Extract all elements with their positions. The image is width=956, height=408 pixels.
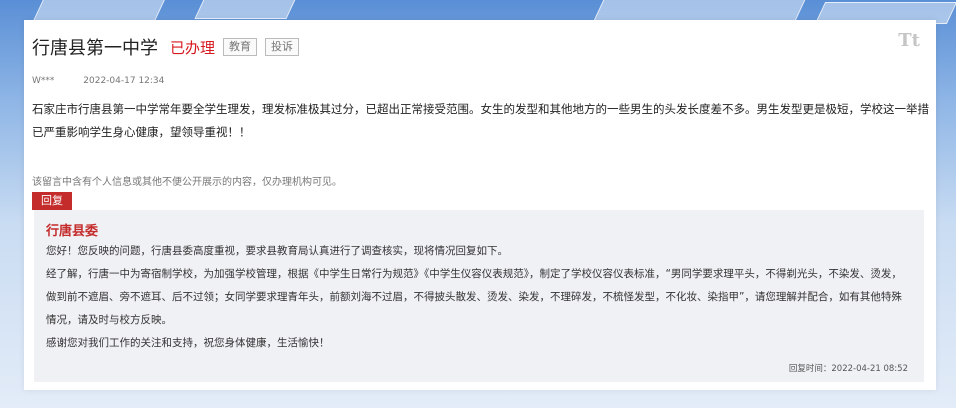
title-row: 行唐县第一中学 已办理 教育 投诉 [32,34,300,60]
font-size-icon[interactable]: Tt [898,30,920,51]
reply-button[interactable]: 回复 [32,192,72,210]
tag-education[interactable]: 教育 [223,38,258,56]
message-content: 石家庄市行唐县第一中学常年要全学生理发，理发标准极其过分，已超出正常接受范围。女… [32,102,929,139]
message-card: 行唐县第一中学 已办理 教育 投诉 Tt W*** 2022-04-17 12:… [24,20,936,390]
reply-time: 回复时间：2022-04-21 08:52 [788,364,908,374]
author-name: W*** [32,76,55,86]
reply-paragraph: 经了解，行唐一中为寄宿制学校，为加强学校管理，根据《中学生日常行为规范》《中学生… [46,268,902,326]
responder-name: 行唐县委 [46,224,99,239]
post-date: 2022-04-17 12:34 [83,76,165,86]
reply-section: 行唐县委 您好！您反映的问题，行唐县委高度重视，要求县教育局认真进行了调查核实，… [34,210,924,382]
reply-body: 您好！您反映的问题，行唐县委高度重视，要求县教育局认真进行了调查核实，现将情况回… [46,240,912,355]
page-title: 行唐县第一中学 [32,38,158,59]
reply-paragraph: 感谢您对我们工作的关注和支持，祝您身体健康，生活愉快！ [46,337,330,349]
reply-paragraph: 您好！您反映的问题，行唐县委高度重视，要求县教育局认真进行了调查核实，现将情况回… [46,245,508,257]
message-meta: W*** 2022-04-17 12:34 [32,76,164,86]
privacy-note: 该留言中含有个人信息或其他不便公开展示的内容，仅办理机构可见。 [32,177,342,188]
status-label: 已办理 [170,38,216,57]
tag-complaint[interactable]: 投诉 [265,38,300,56]
